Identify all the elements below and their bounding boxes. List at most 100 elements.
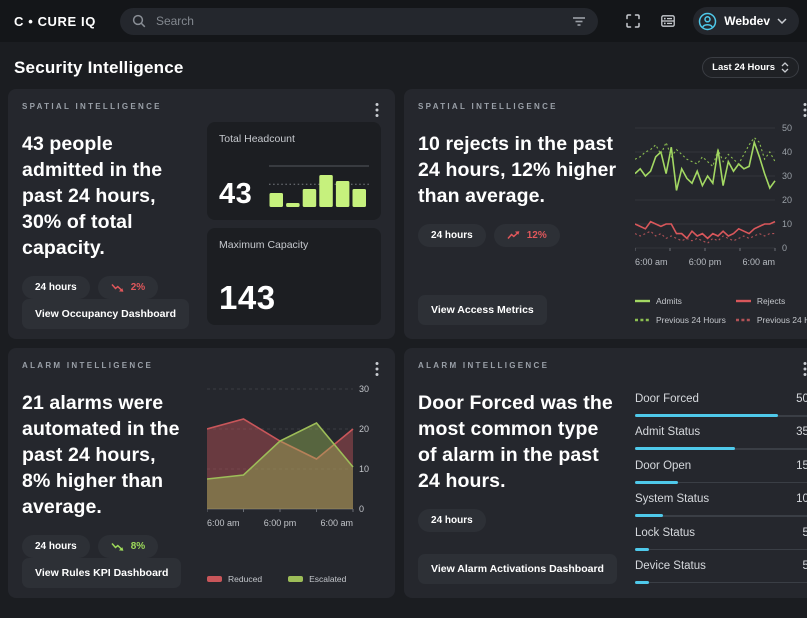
card-occupancy: SPATIAL INTELLIGENCE 43 people admitted … <box>8 89 395 339</box>
page-title: Security Intelligence <box>14 58 184 78</box>
headcount-bars-svg <box>269 163 369 209</box>
access-chart-legend: AdmitsRejectsPrevious 24 HoursPrevious 2… <box>635 296 807 325</box>
access-line-svg: 0 10 20 30 40 50 6:00 am 6:00 pm 6:00 am <box>635 122 807 272</box>
alarm-type-bar <box>635 581 807 584</box>
view-access-metrics-button[interactable]: View Access Metrics <box>418 295 547 325</box>
alarm-chart-legend: Reduced Escalated <box>207 574 381 584</box>
legend-item: Admits <box>635 296 726 306</box>
layout-panels-icon <box>660 13 676 29</box>
headcount-bar <box>353 189 367 207</box>
series-previous-24-hours <box>635 231 775 243</box>
tick-label: 30 <box>782 171 792 181</box>
tick-label: 10 <box>359 464 369 474</box>
view-occupancy-dashboard-button[interactable]: View Occupancy Dashboard <box>22 299 189 329</box>
tick-label: 0 <box>782 243 787 253</box>
tick-label: 50 <box>782 123 792 133</box>
search-input[interactable] <box>154 13 564 29</box>
card-category: SPATIAL INTELLIGENCE <box>22 102 162 111</box>
view-rules-kpi-dashboard-button[interactable]: View Rules KPI Dashboard <box>22 558 181 588</box>
headcount-bar <box>286 203 300 207</box>
tick-label: 10 <box>782 219 792 229</box>
card-headline: 10 rejects in the past 24 hours, 12% hig… <box>418 132 617 210</box>
time-range-select[interactable]: Last 24 Hours <box>702 57 799 78</box>
alarm-type-row: System Status10 <box>635 493 807 517</box>
alarm-area-svg: 01020306:00 am6:00 pm6:00 am <box>207 381 381 539</box>
card-menu-button[interactable] <box>801 102 807 118</box>
headcount-bar <box>336 181 350 207</box>
alarm-type-bar <box>635 481 807 484</box>
time-badge: 24 hours <box>22 276 90 299</box>
maximum-capacity-panel: Maximum Capacity 143 <box>207 228 381 326</box>
card-menu-button[interactable] <box>373 361 381 377</box>
time-range-value: Last 24 Hours <box>712 62 775 73</box>
legend-item: Escalated <box>288 574 346 584</box>
tick-label: 0 <box>359 504 364 514</box>
tick-label: 6:00 am <box>207 518 240 528</box>
card-headline: Door Forced was the most common type of … <box>418 391 617 495</box>
user-name: Webdev <box>724 14 770 28</box>
stat-value: 43 <box>219 180 252 209</box>
tick-label: 6:00 pm <box>689 257 722 267</box>
time-badge: 24 hours <box>418 224 486 247</box>
tick-label: 20 <box>782 195 792 205</box>
tick-label: 6:00 am <box>742 257 775 267</box>
fullscreen-button[interactable] <box>623 11 643 31</box>
card-occupancy-head: SPATIAL INTELLIGENCE <box>22 102 381 118</box>
card-category: ALARM INTELLIGENCE <box>22 361 153 370</box>
card-menu-button[interactable] <box>373 102 381 118</box>
trend-down-icon <box>111 282 125 293</box>
headcount-bar <box>303 189 317 207</box>
avatar-icon <box>698 12 717 31</box>
headcount-bar-chart <box>269 163 369 209</box>
view-alarm-activations-dashboard-button[interactable]: View Alarm Activations Dashboard <box>418 554 617 584</box>
page-header: Security Intelligence Last 24 Hours <box>0 42 807 89</box>
dashboard-grid: SPATIAL INTELLIGENCE 43 people admitted … <box>0 89 807 598</box>
search-icon <box>132 14 146 28</box>
topbar-actions: Webdev <box>623 7 799 35</box>
search-bar[interactable] <box>120 8 598 35</box>
alarm-type-label: System Status <box>635 493 709 505</box>
alarm-type-count: 35 <box>796 426 807 438</box>
card-rules: ALARM INTELLIGENCE 21 alarms were automa… <box>8 348 395 598</box>
alarm-type-row: Door Open 15 <box>635 460 807 484</box>
trend-up-icon <box>507 230 521 241</box>
card-headline: 43 people admitted in the past 24 hours,… <box>22 132 189 262</box>
alarm-type-label: Door Forced <box>635 393 699 405</box>
tick-label: 20 <box>359 424 369 434</box>
chevron-down-icon <box>777 18 787 24</box>
card-access: SPATIAL INTELLIGENCE 10 rejects in the p… <box>404 89 807 339</box>
card-category: SPATIAL INTELLIGENCE <box>418 102 558 111</box>
legend-item: Reduced <box>207 574 262 584</box>
legend-item: Rejects <box>736 296 807 306</box>
legend-item: Previous 24 Hours <box>635 315 726 325</box>
alarm-type-count: 15 <box>796 460 807 472</box>
trend-value: 12% <box>527 230 547 241</box>
stat-value: 143 <box>219 281 369 314</box>
alarm-type-label: Door Open <box>635 460 691 472</box>
user-menu-button[interactable]: Webdev <box>693 7 799 35</box>
layout-view-button[interactable] <box>658 11 678 31</box>
trend-badge: 8% <box>98 535 158 558</box>
topbar: C • CURE IQ <box>0 0 807 42</box>
alarm-type-bar <box>635 414 807 417</box>
alarm-type-label: Lock Status <box>635 527 695 539</box>
tick-label: 30 <box>359 384 369 394</box>
tick-label: 40 <box>782 147 792 157</box>
alarm-type-count: 5 <box>803 560 807 572</box>
alarm-area-chart: 01020306:00 am6:00 pm6:00 am <box>207 381 381 539</box>
trend-badge: 2% <box>98 276 158 299</box>
chevron-updown-icon <box>781 62 789 73</box>
card-headline: 21 alarms were automated in the past 24 … <box>22 391 189 521</box>
card-menu-button[interactable] <box>801 361 807 377</box>
card-category: ALARM INTELLIGENCE <box>418 361 549 370</box>
alarm-type-row: Lock Status5 <box>635 527 807 551</box>
stat-label: Total Headcount <box>219 133 369 145</box>
alarm-type-bar <box>635 514 807 517</box>
filter-icon[interactable] <box>572 16 586 27</box>
card-alarm-types: ALARM INTELLIGENCE Door Forced was the m… <box>404 348 807 598</box>
series-admits <box>635 142 775 190</box>
trend-value: 2% <box>131 282 145 293</box>
alarm-type-row: Door Forced50 <box>635 393 807 417</box>
trend-value: 8% <box>131 541 145 552</box>
tick-label: 6:00 am <box>635 257 668 267</box>
